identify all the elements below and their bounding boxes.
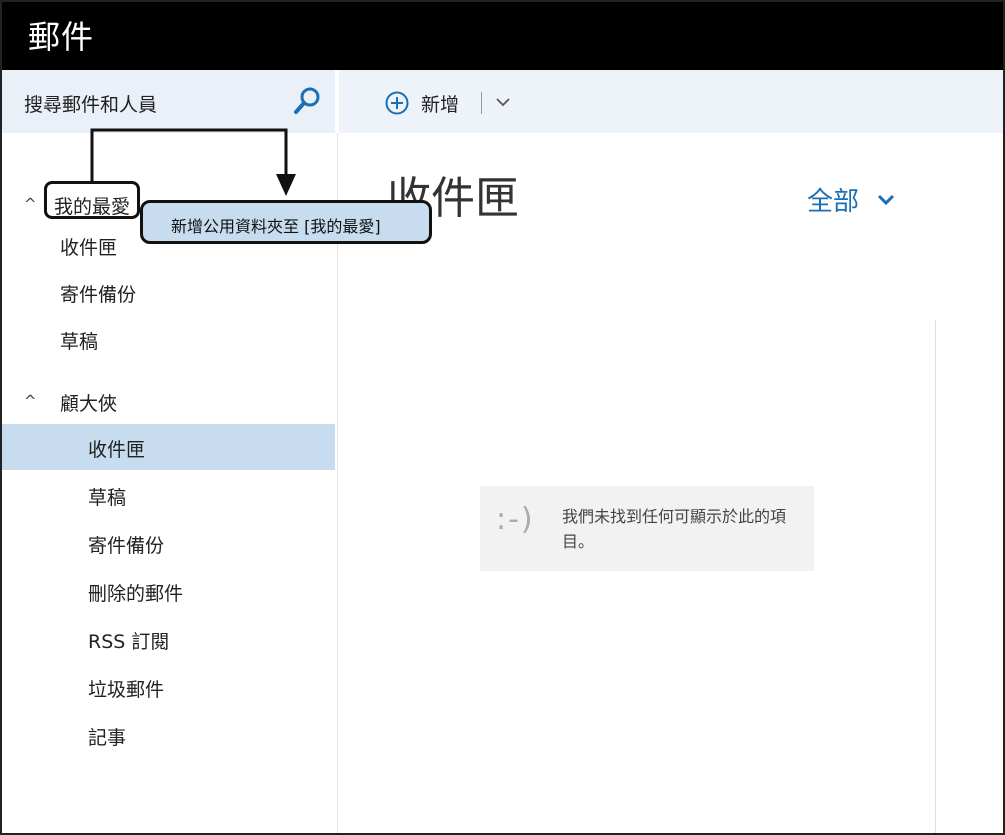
search-input[interactable]: 搜尋郵件和人員 (24, 90, 157, 117)
sidebar-item-deleted[interactable]: 刪除的郵件 (2, 568, 335, 614)
sidebar-item-drafts[interactable]: 草稿 (2, 472, 335, 518)
sidebar-heading-account[interactable]: ^ 顧大俠 (2, 378, 335, 424)
main-pane: 新增 收件匣 全部 :-) 我們未找到任何可顯示於此的項目。 (339, 70, 1003, 833)
callout-text: 新增公用資料夾至 [我的最愛] (171, 217, 381, 236)
empty-message: 我們未找到任何可顯示於此的項目。 (562, 507, 787, 551)
sidebar-item-label: 刪除的郵件 (88, 583, 184, 605)
sidebar-heading-label: 顧大俠 (60, 393, 118, 415)
new-button[interactable]: 新增 (421, 90, 459, 117)
highlight-box (44, 181, 140, 219)
app-title: 郵件 (28, 18, 95, 56)
top-bar: 郵件 (2, 2, 1003, 70)
toolbar: 新增 (339, 70, 1003, 133)
chevron-up-icon[interactable]: ^ (24, 195, 37, 213)
sidebar-item-label: 垃圾郵件 (88, 679, 165, 701)
chevron-down-icon[interactable] (495, 94, 511, 110)
sidebar-item-fav-drafts[interactable]: 草稿 (2, 316, 335, 362)
window-frame: 郵件 搜尋郵件和人員 ^ 我的最愛 收件匣 寄件備份 草稿 ^ 顧大俠 收件匣 … (0, 0, 1005, 835)
empty-state: :-) 我們未找到任何可顯示於此的項目。 (480, 486, 814, 571)
add-circle-icon[interactable] (385, 91, 409, 115)
sidebar-item-label: 寄件備份 (60, 284, 137, 306)
sidebar-item-label: 草稿 (88, 487, 127, 509)
sidebar-item-label: 收件匣 (88, 439, 146, 461)
sidebar-item-notes[interactable]: 記事 (2, 712, 335, 758)
chevron-down-icon[interactable] (877, 193, 895, 207)
sidebar-item-junk[interactable]: 垃圾郵件 (2, 664, 335, 710)
chevron-up-icon[interactable]: ^ (24, 392, 37, 410)
sidebar-item-inbox[interactable]: 收件匣 (2, 424, 335, 470)
emoticon-icon: :-) (496, 502, 535, 537)
sidebar-item-label: 收件匣 (60, 237, 118, 259)
toolbar-separator (481, 92, 482, 114)
sidebar-item-label: RSS 訂閱 (88, 631, 170, 653)
search-bar[interactable]: 搜尋郵件和人員 (2, 70, 335, 133)
sidebar-item-label: 草稿 (60, 331, 99, 353)
sidebar-item-label: 寄件備份 (88, 535, 165, 557)
sidebar-item-rss[interactable]: RSS 訂閱 (2, 616, 335, 662)
context-menu-item[interactable]: 新增公用資料夾至 [我的最愛] (140, 200, 432, 244)
list-divider (935, 320, 936, 833)
search-icon[interactable] (292, 86, 322, 116)
sidebar-item-fav-sent[interactable]: 寄件備份 (2, 269, 335, 315)
sidebar-item-label: 記事 (88, 727, 127, 749)
sidebar-item-sent[interactable]: 寄件備份 (2, 520, 335, 566)
filter-dropdown[interactable]: 全部 (807, 181, 859, 218)
